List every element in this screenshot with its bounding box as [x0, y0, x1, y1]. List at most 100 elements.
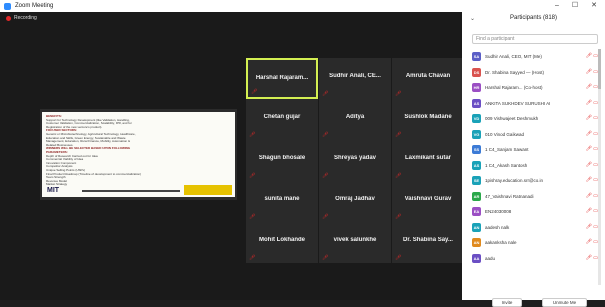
muted-mic-icon: 🎤︎ — [249, 132, 256, 138]
participant-avatar: AN — [472, 238, 481, 248]
shared-screen[interactable]: BENEFITS: Support for Technology Developm… — [40, 109, 237, 200]
video-tile[interactable]: Aditya 🎤︎ — [319, 99, 391, 140]
participant-row[interactable]: AS 1 C4_Akash Santosh 🎤︎ ▭ — [472, 158, 600, 174]
participant-muted-icons: 🎤︎ ▭ — [585, 84, 598, 90]
minimize-button[interactable]: – — [548, 0, 566, 12]
muted-mic-icon: 🎤︎ — [322, 91, 329, 97]
meeting-area: Recording BENEFITS: Support for Technolog… — [0, 12, 464, 300]
participant-muted-icons: 🎤︎ ▭ — [585, 223, 598, 230]
participant-avatar: AR — [472, 191, 481, 201]
recording-label: Recording — [14, 15, 37, 21]
video-tile[interactable]: Vaishnavi Gurav 🎤︎ — [392, 181, 464, 222]
video-tile-name: Shagun bhosale — [258, 155, 306, 161]
recording-indicator[interactable]: Recording — [6, 15, 37, 21]
muted-mic-icon: 🎤︎ — [395, 255, 402, 261]
scrollbar-thumb[interactable] — [598, 49, 601, 89]
video-tile-name: Harshal Rajaram... — [255, 75, 309, 81]
slide-footer-bar — [82, 190, 180, 192]
muted-mic-icon: 🎤︎ — [395, 173, 402, 179]
window-title: Zoom Meeting — [15, 3, 54, 9]
participant-muted-icons: 🎤︎ ▭ — [585, 239, 598, 245]
video-tile[interactable]: sunita mane 🎤︎ — [246, 181, 318, 222]
video-tile-name: Sushlok Madane — [404, 114, 452, 120]
participant-name: Dr. Shabina Sayyed — (Host) — [485, 69, 545, 75]
participants-list: SA Sudhir Anali, CEO, MIT (Me) 🎤︎ ▭ DS Dr. S… — [472, 49, 600, 266]
video-tile-name: Dr. Shabina Say... — [403, 237, 453, 243]
recording-dot-icon — [6, 15, 11, 21]
video-tile[interactable]: Mohit Lokhande 🎤︎ — [246, 222, 318, 263]
video-tile-name: Omraj Jadhav — [335, 196, 375, 202]
participants-panel: ⌄ Participants (818) Find a participant … — [462, 12, 605, 307]
participant-row[interactable]: SS 1 C4_Sanjam Sawant 🎤︎ ▭ — [472, 142, 600, 158]
video-tile[interactable]: Chetan gujar 🎤︎ — [246, 99, 318, 140]
participant-muted-icons: 🎤︎ ▭ — [585, 115, 598, 121]
close-button[interactable]: ✕ — [585, 0, 603, 12]
participant-avatar: AN — [472, 222, 481, 232]
maximize-button[interactable]: ☐ — [566, 0, 584, 12]
video-tile-name: sunita mane — [264, 196, 300, 202]
slide-logo: MIT — [47, 187, 60, 194]
video-tile[interactable]: Shreyas yadav 🎤︎ — [319, 140, 391, 181]
participant-name: Harshal Rajaram... (Co-host) — [485, 85, 543, 91]
participant-row[interactable]: EA EN24030008 🎤︎ ▭ — [472, 204, 600, 220]
window-titlebar: Zoom Meeting — [0, 0, 605, 12]
participant-muted-icons: 🎤︎ ▭ — [585, 208, 598, 214]
participant-name: aadesh nalk — [485, 224, 510, 230]
participant-muted-icons: 🎤︎ ▭ — [585, 177, 598, 183]
muted-mic-icon: 🎤︎ — [322, 214, 329, 220]
participant-muted-icons: 🎤︎ ▭ — [585, 161, 598, 168]
muted-mic-icon: 🎤︎ — [249, 255, 256, 261]
video-tile[interactable]: Omraj Jadhav 🎤︎ — [319, 181, 391, 222]
participant-row[interactable]: SA Sudhir Anali, CEO, MIT (Me) 🎤︎ ▭ — [472, 49, 600, 65]
muted-mic-icon: 🎤︎ — [322, 255, 329, 261]
video-tile-name: Sudhir Anali, CE... — [329, 73, 381, 79]
muted-mic-icon: 🎤︎ — [249, 173, 256, 179]
participant-name: 47_Vaishnavi Ratnanadi — [485, 193, 534, 199]
participant-name: 010 Vinod Gaikwad — [485, 131, 524, 137]
participants-scrollbar[interactable] — [598, 49, 601, 285]
participant-row[interactable]: VD 009 Vishwajeet Deshmukh 🎤︎ ▭ — [472, 111, 600, 127]
participant-name: EN24030008 — [485, 209, 512, 215]
video-tile-name: Vaishnavi Gurav — [404, 196, 452, 202]
participant-avatar: DS — [472, 67, 481, 77]
participant-muted-icons: 🎤︎ ▭ — [585, 53, 598, 59]
participant-row[interactable]: AA aadu 🎤︎ ▭ — [472, 251, 600, 267]
muted-mic-icon: 🎤︎ — [322, 132, 329, 138]
participant-name: Sudhir Anali, CEO, MIT (Me) — [485, 54, 542, 60]
participant-row[interactable]: HR Harshal Rajaram... (Co-host) 🎤︎ ▭ — [472, 80, 600, 96]
participant-row[interactable]: AN aadesh nalk 🎤︎ ▭ — [472, 220, 600, 236]
participant-search-input[interactable]: Find a participant — [472, 34, 598, 44]
invite-button[interactable]: Invite — [492, 298, 522, 307]
participant-row[interactable]: VG 010 Vinod Gaikwad 🎤︎ ▭ — [472, 127, 600, 143]
slide-text: BENEFITS: Support for Technology Developm… — [46, 114, 231, 187]
video-tile[interactable]: Sushlok Madane 🎤︎ — [392, 99, 464, 140]
video-tile[interactable]: Sudhir Anali, CE... 🎤︎ — [319, 58, 391, 99]
video-tile[interactable]: Dr. Shabina Say... 🎤︎ — [392, 222, 464, 263]
participant-avatar: AS — [472, 160, 481, 170]
participant-row[interactable]: SE 1pishray.education.srr@co.in 🎤︎ ▭ — [472, 173, 600, 189]
participant-row[interactable]: AS ANKITA SUKHDEV SURUSHI AI 🎤︎ ▭ — [472, 96, 600, 112]
participant-name: 1 C4_Sanjam Sawant — [485, 147, 529, 153]
video-tile-name: Amruta Chavan — [405, 73, 451, 79]
participant-row[interactable]: AR 47_Vaishnavi Ratnanadi 🎤︎ ▭ — [472, 189, 600, 205]
participant-row[interactable]: AN aakanksha nale 🎤︎ ▭ — [472, 235, 600, 251]
video-tile[interactable]: Laxmikant sutar 🎤︎ — [392, 140, 464, 181]
participant-name: 1 C4_Akash Santosh — [485, 162, 528, 168]
participant-muted-icons: 🎤︎ ▭ — [585, 146, 598, 152]
participant-name: aadu — [485, 255, 496, 261]
participant-name: 009 Vishwajeet Deshmukh — [485, 116, 539, 122]
unmute-me-button[interactable]: Unmute Me — [542, 298, 587, 307]
muted-mic-icon: 🎤︎ — [251, 89, 258, 95]
participant-name: aakanksha nale — [485, 240, 517, 246]
participant-name: ANKITA SUKHDEV SURUSHI AI — [485, 100, 551, 106]
participant-muted-icons: 🎤︎ ▭ — [585, 68, 598, 75]
video-tile[interactable]: Amruta Chavan 🎤︎ — [392, 58, 464, 99]
video-tile[interactable]: Harshal Rajaram... 🎤︎ — [246, 58, 318, 99]
participant-row[interactable]: DS Dr. Shabina Sayyed — (Host) 🎤︎ ▭ — [472, 65, 600, 81]
participant-muted-icons: 🎤︎ ▭ — [585, 130, 598, 137]
video-tile-name: Shreyas yadav — [333, 155, 377, 161]
participant-avatar: HR — [472, 83, 481, 93]
video-tile[interactable]: vivek salunkhe 🎤︎ — [319, 222, 391, 263]
video-tile[interactable]: Shagun bhosale 🎤︎ — [246, 140, 318, 181]
muted-mic-icon: 🎤︎ — [395, 91, 402, 97]
